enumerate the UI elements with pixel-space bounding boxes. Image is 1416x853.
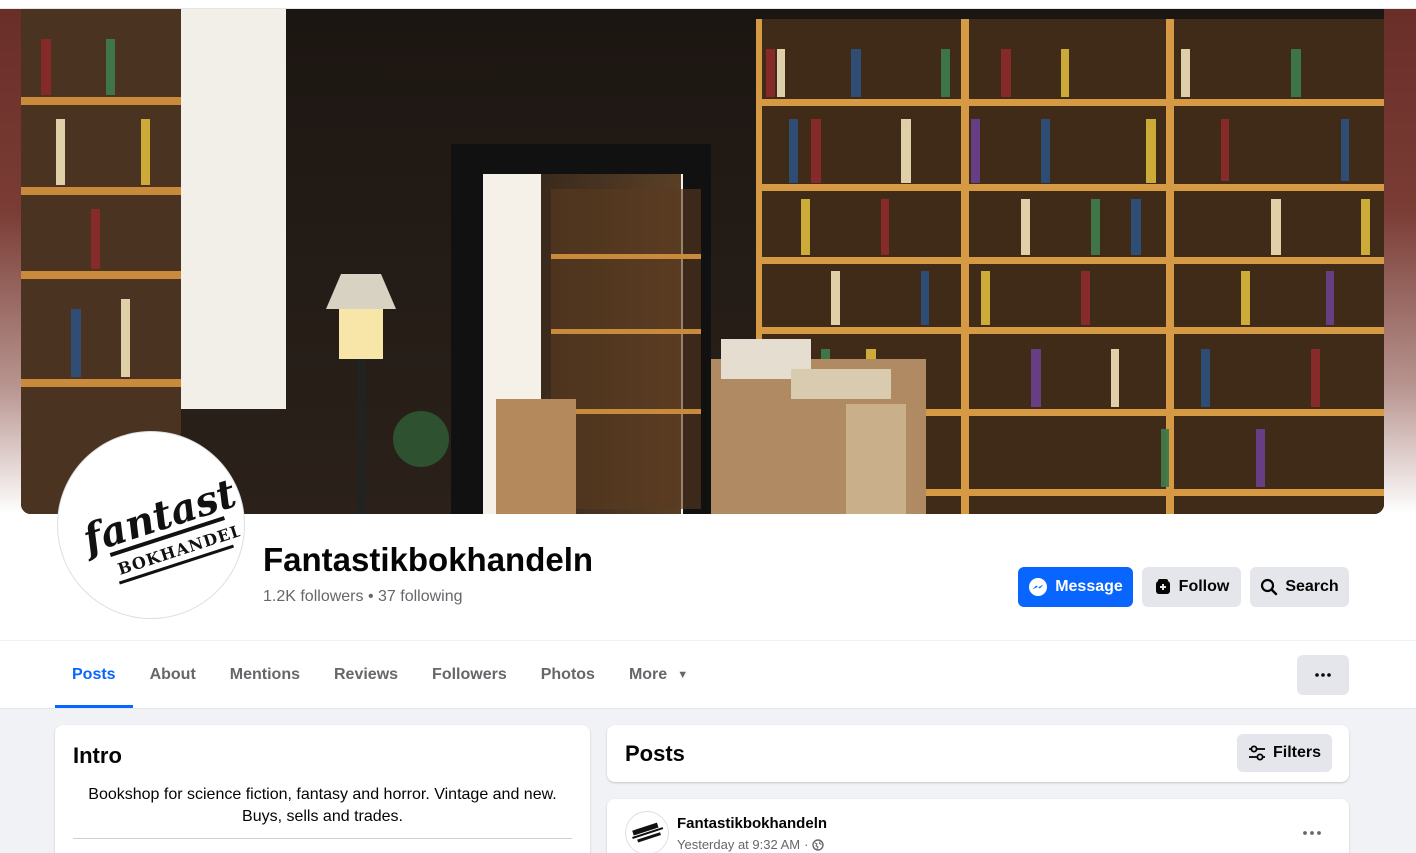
message-label: Message xyxy=(1055,578,1123,595)
tab-mentions[interactable]: Mentions xyxy=(213,641,317,708)
more-options-button[interactable] xyxy=(1297,655,1349,695)
intro-divider xyxy=(73,838,572,839)
search-label: Search xyxy=(1285,578,1339,595)
post-avatar-logo xyxy=(632,822,664,843)
post-author-name[interactable]: Fantastikbokhandeln xyxy=(677,815,827,832)
post-meta: Yesterday at 9:32 AM · xyxy=(677,837,825,852)
tab-reviews-label: Reviews xyxy=(334,665,399,683)
message-button[interactable]: Message xyxy=(1018,567,1133,607)
follow-icon xyxy=(1155,579,1170,594)
page-title: Fantastikbokhandeln xyxy=(263,541,594,578)
cover-background xyxy=(0,9,1416,514)
filters-label: Filters xyxy=(1272,744,1321,761)
stats-separator: • xyxy=(367,588,374,605)
following-count[interactable]: 37 following xyxy=(378,588,463,605)
tab-mentions-label: Mentions xyxy=(229,665,300,683)
tab-more-label: More xyxy=(628,665,668,683)
follow-button[interactable]: Follow xyxy=(1142,567,1241,607)
post-card: Fantastikbokhandeln Yesterday at 9:32 AM… xyxy=(607,799,1349,853)
posts-title: Posts xyxy=(625,741,685,766)
followers-count[interactable]: 1.2K followers xyxy=(263,588,364,605)
tab-more[interactable]: More ▼ xyxy=(612,641,705,708)
more-dots-icon xyxy=(1315,673,1331,677)
tab-about-label: About xyxy=(149,665,196,683)
filters-icon xyxy=(1248,745,1265,761)
caret-down-icon: ▼ xyxy=(677,668,689,681)
filters-button[interactable]: Filters xyxy=(1237,734,1332,772)
top-strip xyxy=(0,0,1416,9)
page-avatar[interactable]: fantastik BOKHANDELN xyxy=(58,432,244,618)
search-button[interactable]: Search xyxy=(1250,567,1349,607)
post-meta-dot: · xyxy=(804,837,809,852)
tab-photos[interactable]: Photos xyxy=(524,641,612,708)
search-icon xyxy=(1261,578,1278,596)
tab-followers-label: Followers xyxy=(432,665,507,683)
tab-photos-label: Photos xyxy=(540,665,595,683)
posts-header-card: Posts Filters xyxy=(607,725,1349,782)
page-stats: 1.2K followers • 37 following xyxy=(263,588,463,606)
post-options-button[interactable] xyxy=(1296,819,1328,847)
profile-tabs: Posts About Mentions Reviews Followers P… xyxy=(55,641,705,708)
tab-followers[interactable]: Followers xyxy=(415,641,524,708)
intro-card: Intro Bookshop for science fiction, fant… xyxy=(55,725,590,853)
tab-reviews[interactable]: Reviews xyxy=(317,641,415,708)
fantastik-logo: fantastik BOKHANDELN xyxy=(75,456,241,585)
bookshop-cover-illustration xyxy=(21,9,1384,514)
post-author-avatar[interactable] xyxy=(625,811,669,853)
messenger-icon xyxy=(1029,578,1048,596)
intro-title: Intro xyxy=(73,743,122,768)
tab-about[interactable]: About xyxy=(133,641,213,708)
tab-posts-label: Posts xyxy=(72,665,116,683)
follow-label: Follow xyxy=(1178,578,1230,595)
more-dots-icon xyxy=(1303,831,1321,835)
globe-icon xyxy=(812,838,825,851)
tab-posts[interactable]: Posts xyxy=(55,641,133,708)
intro-bio: Bookshop for science fiction, fantasy an… xyxy=(88,786,557,825)
cover-photo[interactable] xyxy=(21,9,1384,514)
post-timestamp[interactable]: Yesterday at 9:32 AM xyxy=(677,837,800,852)
